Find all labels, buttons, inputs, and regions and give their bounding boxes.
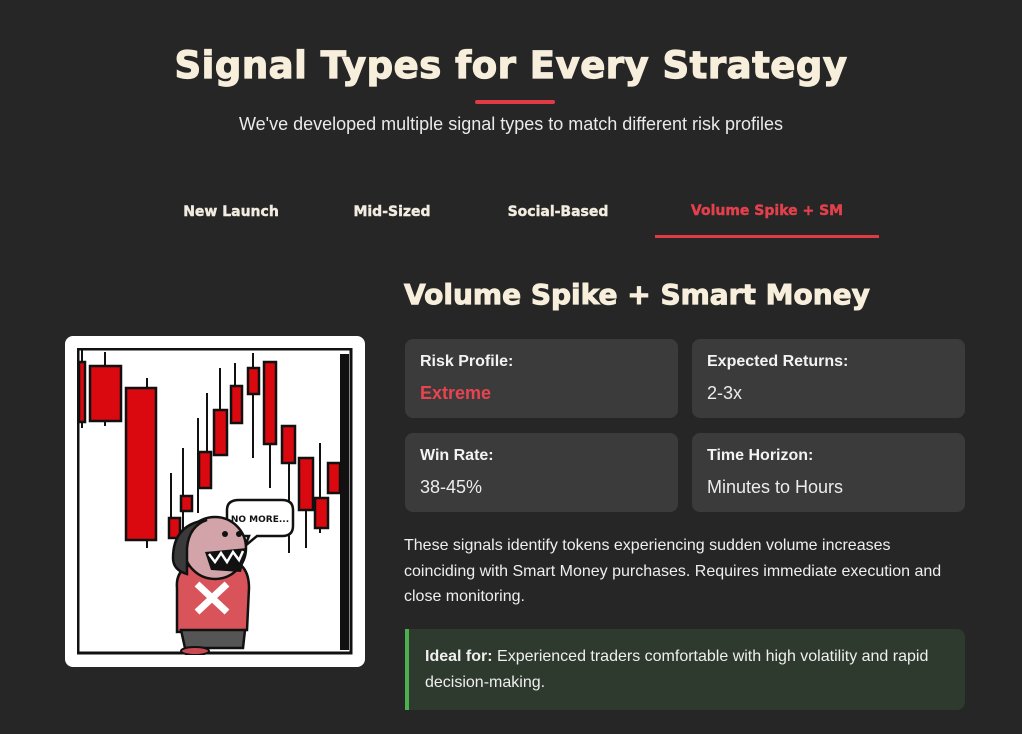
tab-new-launch[interactable]: New Launch	[150, 186, 312, 238]
expected-returns-label: Expected Returns:	[707, 353, 849, 370]
ideal-for-text: Experienced traders comfortable with hig…	[425, 648, 929, 691]
tab-volume-spike-sm[interactable]: Volume Spike + SM	[655, 186, 879, 238]
time-horizon-label: Time Horizon:	[707, 447, 814, 464]
section-title: Signal Types for Every Strategy	[174, 43, 848, 87]
risk-profile-card: Risk Profile: Extreme	[405, 339, 678, 418]
signal-detail-title: Volume Spike + Smart Money	[404, 278, 871, 312]
time-horizon-value: Minutes to Hours	[707, 477, 844, 497]
tab-mid-sized[interactable]: Mid-Sized	[320, 186, 464, 238]
title-underline	[475, 100, 555, 104]
expected-returns-card: Expected Returns: 2-3x	[692, 339, 965, 418]
illustration-card: NO MORE...	[65, 336, 365, 667]
tab-social-based[interactable]: Social-Based	[470, 186, 646, 238]
risk-profile-value: Extreme	[420, 383, 492, 403]
speech-bubble-text: NO MORE...	[231, 515, 289, 525]
time-horizon-card: Time Horizon: Minutes to Hours	[692, 433, 965, 512]
win-rate-card: Win Rate: 38-45%	[405, 433, 678, 512]
ideal-for-label: Ideal for:	[425, 648, 493, 665]
expected-returns-value: 2-3x	[707, 383, 743, 403]
risk-profile-label: Risk Profile:	[420, 353, 514, 370]
ideal-for-callout: Ideal for: Experienced traders comfortab…	[405, 629, 965, 710]
section-subtitle: We've developed multiple signal types to…	[238, 114, 784, 134]
signal-description: These signals identify tokens experienci…	[404, 537, 942, 605]
win-rate-value: 38-45%	[420, 477, 483, 497]
comic-candlestick-illustration: NO MORE...	[76, 347, 353, 656]
win-rate-label: Win Rate:	[420, 447, 494, 464]
